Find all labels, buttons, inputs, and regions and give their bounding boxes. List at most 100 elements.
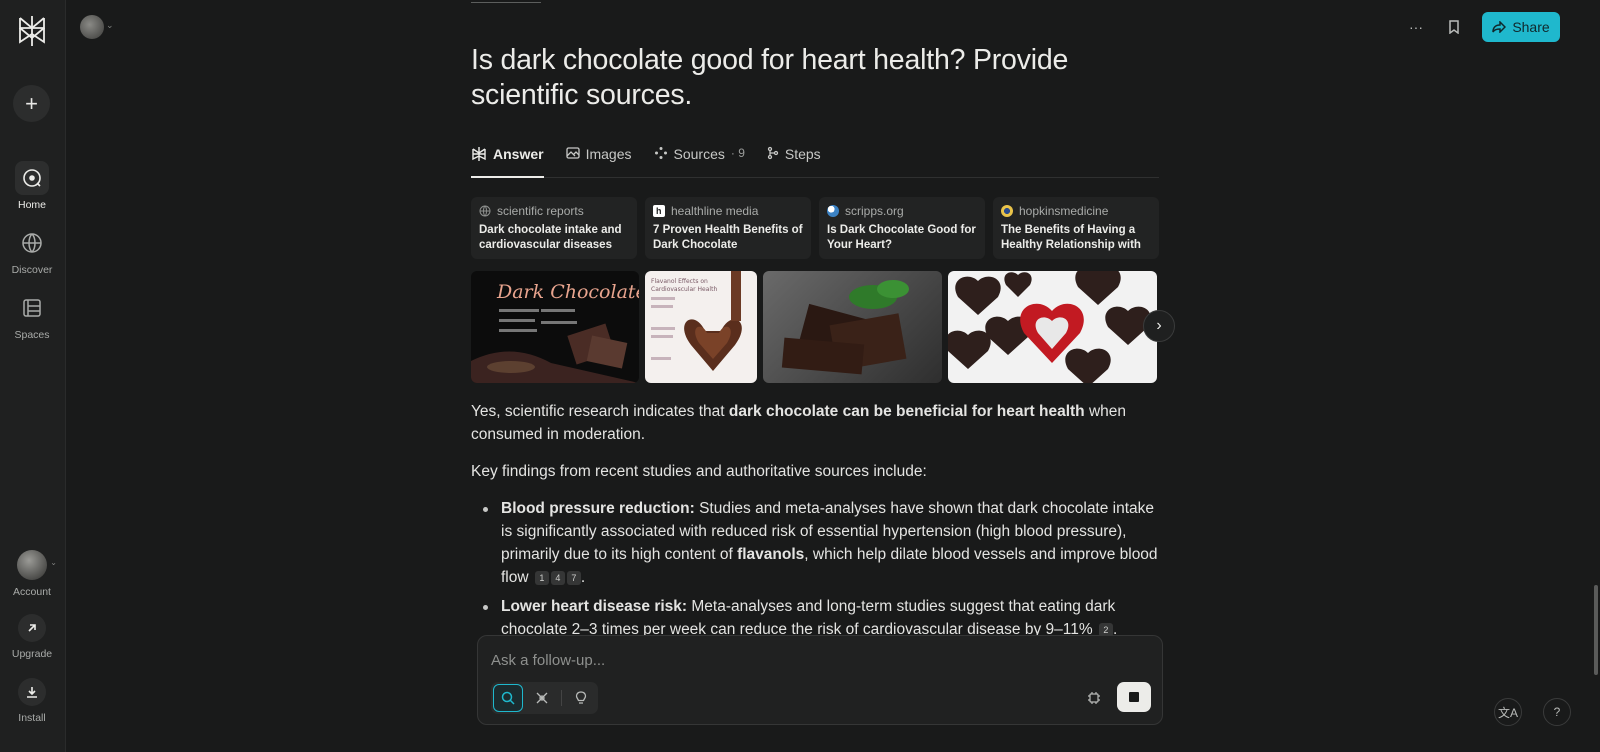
more-icon[interactable]: ··· <box>1406 17 1426 37</box>
avatar[interactable] <box>80 15 104 39</box>
globe-icon <box>479 205 491 217</box>
image-chocolate-hearts[interactable] <box>948 271 1157 383</box>
scrollbar[interactable] <box>1594 585 1598 675</box>
app-root: + Home Discover Spaces ⌄ Account Upgrade… <box>0 0 1600 752</box>
translate-icon: 文A <box>1497 705 1518 720</box>
source-card[interactable]: hopkinsmedicine The Benefits of Having a… <box>993 197 1159 259</box>
source-card[interactable]: h healthline media 7 Proven Health Benef… <box>645 197 811 259</box>
result-tabs: Answer Images Sources · 9 Steps <box>471 140 1159 178</box>
image-chocolate-mint[interactable] <box>763 271 942 383</box>
answer-key-findings: Key findings from recent studies and aut… <box>471 463 927 480</box>
sources-count: · 9 <box>730 146 745 160</box>
sidebar-item-spaces[interactable]: Spaces <box>0 291 64 341</box>
home-icon <box>15 161 49 195</box>
answer-body: Yes, scientific research indicates that … <box>471 400 1161 647</box>
chevron-down-icon: ⌄ <box>50 558 57 567</box>
model-selector-button[interactable] <box>1084 688 1104 708</box>
source-site: hopkinsmedicine <box>1019 204 1109 218</box>
labs-mode-button[interactable] <box>566 684 596 712</box>
sources-icon <box>654 147 667 159</box>
steps-icon <box>767 146 779 160</box>
search-mode-selector <box>491 682 598 714</box>
share-label: Share <box>1512 19 1550 35</box>
image-dark-chocolate-infographic[interactable]: Dark Chocolate <box>471 271 639 383</box>
chevron-down-icon[interactable]: ⌄ <box>106 20 114 31</box>
avatar <box>17 550 47 580</box>
image-caption: Dark Chocolate <box>496 281 639 303</box>
list-item: Blood pressure reduction: Studies and me… <box>483 497 1161 589</box>
source-cards: scientific reports Dark chocolate intake… <box>471 197 1159 259</box>
image-caption: Cardiovascular Health <box>651 286 717 293</box>
source-site: scientific reports <box>497 204 584 218</box>
image-icon <box>565 147 580 159</box>
stop-button[interactable] <box>1117 682 1151 712</box>
citation-badge[interactable]: 4 <box>550 571 565 585</box>
divider <box>471 2 541 3</box>
image-carousel: Dark Chocolate Flavanol Effects on Cardi… <box>471 271 1157 383</box>
plus-icon: + <box>25 90 38 116</box>
sidebar-item-home[interactable]: Home <box>0 161 64 211</box>
tab-images[interactable]: Images <box>565 140 632 178</box>
perplexity-logo[interactable] <box>16 14 48 48</box>
finding-heading: Lower heart disease risk: <box>501 598 688 615</box>
sidebar-item-label: Discover <box>11 264 53 276</box>
citation-badge[interactable]: 7 <box>566 571 581 585</box>
source-title: 7 Proven Health Benefits of Dark Chocola… <box>653 224 803 251</box>
arrow-up-right-icon <box>18 614 46 642</box>
sidebar-item-label: Home <box>17 199 46 211</box>
new-thread-button[interactable]: + <box>13 85 50 122</box>
sidebar-item-account[interactable]: ⌄ Account <box>0 550 64 598</box>
hopkins-favicon-icon <box>1001 205 1013 217</box>
scripps-favicon-icon <box>827 205 839 217</box>
chip-icon <box>1088 692 1100 704</box>
research-icon <box>536 692 548 704</box>
followup-input[interactable] <box>491 648 1051 672</box>
share-button[interactable]: Share <box>1482 12 1560 42</box>
download-icon <box>18 678 46 706</box>
search-icon <box>501 691 515 705</box>
divider <box>561 690 562 706</box>
healthline-favicon-icon: h <box>653 205 665 217</box>
findings-list: Blood pressure reduction: Studies and me… <box>471 497 1161 641</box>
carousel-next-button[interactable]: › <box>1143 310 1175 342</box>
research-mode-button[interactable] <box>527 684 557 712</box>
tab-sources[interactable]: Sources · 9 <box>654 140 745 178</box>
bookmark-icon[interactable] <box>1444 17 1464 37</box>
spaces-icon <box>15 291 49 325</box>
sidebar-item-upgrade[interactable]: Upgrade <box>0 614 64 660</box>
source-site: healthline media <box>671 204 759 218</box>
sidebar: + Home Discover Spaces ⌄ Account Upgrade… <box>0 0 66 752</box>
citation-badge[interactable]: 1 <box>534 571 549 585</box>
sidebar-item-label: Upgrade <box>11 648 53 660</box>
sidebar-item-discover[interactable]: Discover <box>0 226 64 276</box>
search-mode-button[interactable] <box>493 684 523 712</box>
sidebar-item-label: Install <box>18 712 46 724</box>
finding-heading: Blood pressure reduction: <box>501 500 695 517</box>
image-caption: Flavanol Effects on <box>651 278 708 285</box>
image-flavanol-infographic[interactable]: Flavanol Effects on Cardiovascular Healt… <box>645 271 757 383</box>
answer-icon <box>472 147 486 161</box>
help-button[interactable]: ? <box>1543 698 1571 726</box>
tab-steps[interactable]: Steps <box>767 140 821 178</box>
answer-bold-text: dark chocolate can be beneficial for hea… <box>728 403 1085 420</box>
tab-label: Images <box>585 146 632 162</box>
sidebar-item-install[interactable]: Install <box>0 678 64 724</box>
source-title: Dark chocolate intake and cardiovascular… <box>479 224 622 251</box>
source-title: Is Dark Chocolate Good for Your Heart? <box>827 224 976 251</box>
tab-label: Answer <box>493 146 544 162</box>
sidebar-item-label: Spaces <box>14 329 50 341</box>
sidebar-item-label: Account <box>13 586 51 598</box>
answer-intro: Yes, scientific research indicates that … <box>471 400 1161 446</box>
header-actions: ··· Share <box>1406 12 1560 42</box>
tab-label: Sources <box>673 146 725 162</box>
source-site: scripps.org <box>845 204 904 218</box>
stop-icon <box>1129 692 1139 702</box>
tab-answer[interactable]: Answer <box>471 140 544 178</box>
source-title: The Benefits of Having a Healthy Relatio… <box>1001 224 1141 251</box>
source-card[interactable]: scientific reports Dark chocolate intake… <box>471 197 637 259</box>
translate-button[interactable]: 文A <box>1494 698 1522 726</box>
chevron-right-icon: › <box>1156 317 1162 334</box>
lightbulb-icon <box>575 691 587 704</box>
source-card[interactable]: scripps.org Is Dark Chocolate Good for Y… <box>819 197 985 259</box>
finding-bold-text: flavanols <box>737 546 805 563</box>
